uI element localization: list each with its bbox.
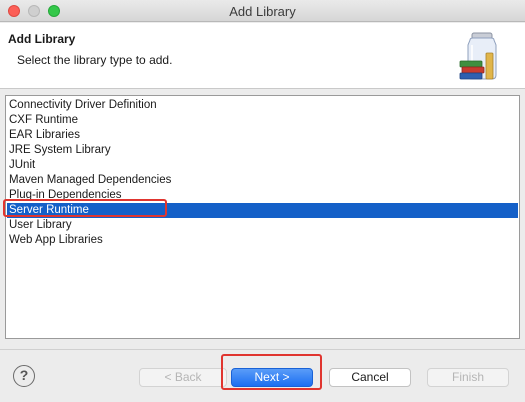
page-title: Add Library xyxy=(8,32,76,46)
finish-button[interactable]: Finish xyxy=(427,368,509,387)
library-type-item[interactable]: User Library xyxy=(7,218,518,233)
library-type-list[interactable]: Connectivity Driver Definition CXF Runtim… xyxy=(5,95,520,339)
add-library-dialog: Add Library Add Library Select the libra… xyxy=(0,0,525,402)
help-button[interactable]: ? xyxy=(13,365,35,387)
library-type-item[interactable]: Web App Libraries xyxy=(7,233,518,248)
footer-divider xyxy=(0,349,525,350)
library-jar-icon xyxy=(459,32,497,80)
library-type-item[interactable]: Server Runtime xyxy=(7,203,518,218)
library-type-item[interactable]: Connectivity Driver Definition xyxy=(7,98,518,113)
dialog-header: Add Library Select the library type to a… xyxy=(0,23,525,89)
library-type-item[interactable]: CXF Runtime xyxy=(7,113,518,128)
window-title: Add Library xyxy=(229,4,296,19)
back-button[interactable]: < Back xyxy=(139,368,227,387)
library-type-item[interactable]: Maven Managed Dependencies xyxy=(7,173,518,188)
cancel-button[interactable]: Cancel xyxy=(329,368,411,387)
library-type-item[interactable]: Plug-in Dependencies xyxy=(7,188,518,203)
library-type-item[interactable]: JRE System Library xyxy=(7,143,518,158)
title-bar: Add Library xyxy=(0,0,525,22)
library-type-item[interactable]: EAR Libraries xyxy=(7,128,518,143)
library-type-item[interactable]: JUnit xyxy=(7,158,518,173)
next-button[interactable]: Next > xyxy=(231,368,313,387)
page-description: Select the library type to add. xyxy=(17,53,173,67)
